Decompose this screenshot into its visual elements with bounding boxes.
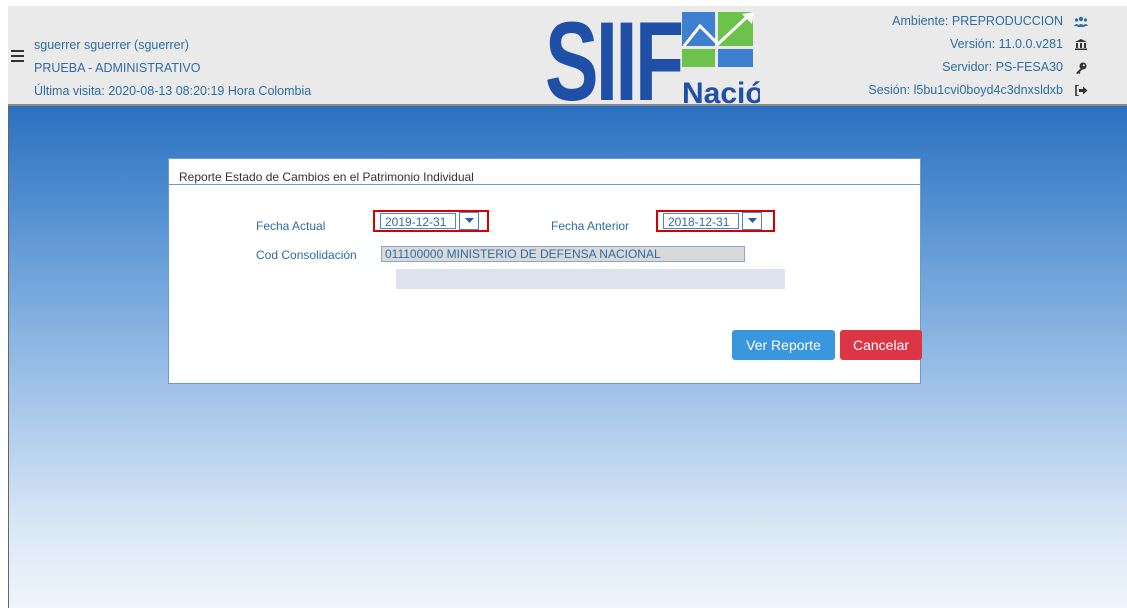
user-name: sguerrer sguerrer (sguerrer) bbox=[34, 38, 189, 52]
cod-consolidacion-label: Cod Consolidación bbox=[256, 248, 357, 262]
fecha-actual-dropdown-button[interactable] bbox=[459, 212, 479, 230]
panel-title: Reporte Estado de Cambios en el Patrimon… bbox=[169, 159, 920, 185]
session-text: Sesión: l5bu1cvi0boyd4c3dnxsldxb bbox=[868, 83, 1063, 97]
svg-text:Nación: Nación bbox=[682, 77, 760, 106]
bank-icon bbox=[1071, 39, 1091, 50]
user-info: sguerrer sguerrer (sguerrer) PRUEBA - AD… bbox=[34, 34, 311, 103]
last-visit: Última visita: 2020-08-13 08:20:19 Hora … bbox=[34, 84, 312, 98]
environment-text: Ambiente: PREPRODUCCION bbox=[892, 14, 1063, 28]
consolidation-description-bar bbox=[396, 269, 785, 289]
fecha-anterior-label: Fecha Anterior bbox=[551, 219, 630, 233]
caret-down-icon bbox=[464, 218, 474, 223]
server-text: Servidor: PS-FESA30 bbox=[942, 60, 1063, 74]
users-icon bbox=[1071, 16, 1091, 27]
environment-info: Ambiente: PREPRODUCCION Versión: 11.0.0.… bbox=[868, 10, 1091, 102]
user-profile: PRUEBA - ADMINISTRATIVO bbox=[34, 61, 201, 75]
fecha-actual-input[interactable]: 2019-12-31 bbox=[380, 213, 456, 229]
version-text: Versión: 11.0.0.v281 bbox=[949, 37, 1063, 51]
ver-reporte-button[interactable]: Ver Reporte bbox=[732, 330, 835, 360]
fecha-anterior-dropdown-button[interactable] bbox=[742, 212, 762, 230]
caret-down-icon bbox=[747, 218, 757, 223]
fecha-actual-label: Fecha Actual bbox=[256, 219, 326, 233]
app-header: sguerrer sguerrer (sguerrer) PRUEBA - AD… bbox=[8, 6, 1127, 106]
logout-icon[interactable] bbox=[1071, 85, 1091, 96]
fecha-anterior-highlight: 2018-12-31 bbox=[656, 210, 775, 232]
report-form-panel: Reporte Estado de Cambios en el Patrimon… bbox=[168, 158, 922, 384]
menu-icon[interactable] bbox=[11, 50, 24, 62]
key-icon bbox=[1071, 62, 1091, 74]
cod-consolidacion-field: 011100000 MINISTERIO DE DEFENSA NACIONAL bbox=[381, 246, 745, 262]
cancelar-button[interactable]: Cancelar bbox=[840, 330, 922, 360]
fecha-actual-highlight: 2019-12-31 bbox=[373, 210, 489, 232]
siif-nacion-logo: SIIF Nación bbox=[545, 6, 760, 106]
svg-text:SIIF: SIIF bbox=[545, 6, 682, 106]
fecha-anterior-input[interactable]: 2018-12-31 bbox=[663, 213, 739, 229]
